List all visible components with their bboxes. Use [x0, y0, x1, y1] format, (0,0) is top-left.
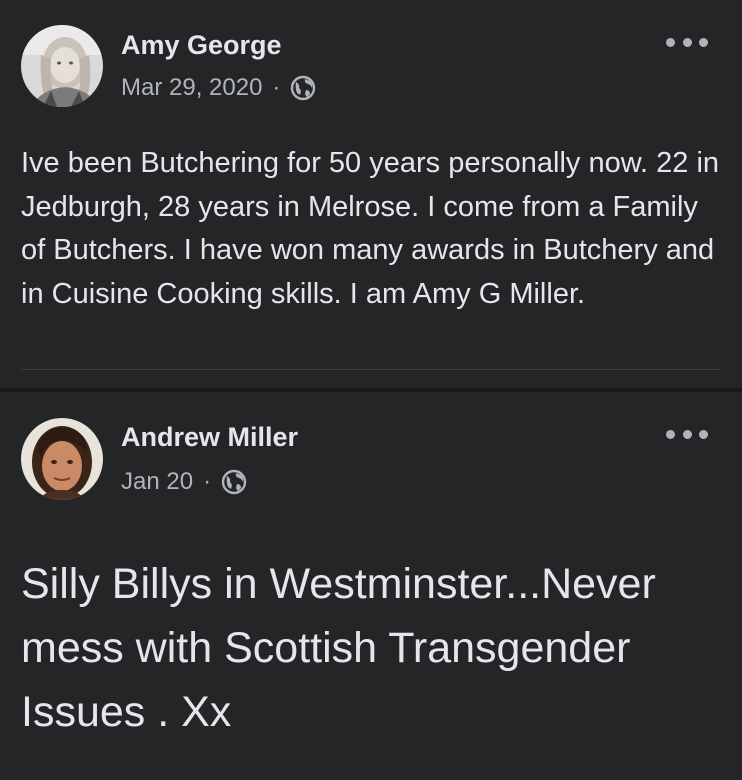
meta-separator: · [203, 468, 212, 495]
more-options-icon [666, 37, 675, 47]
post-text: Silly Billys in Westminster...Never mess… [21, 560, 656, 736]
globe-icon [221, 469, 247, 495]
author-name[interactable]: Amy George [121, 30, 282, 61]
more-options-icon [666, 429, 675, 439]
more-options-button[interactable] [666, 426, 708, 442]
post-text: Ive been Butchering for 50 years persona… [21, 147, 720, 310]
avatar-andrew-miller[interactable] [21, 418, 103, 500]
avatar-image [21, 418, 103, 500]
post-andrew-miller: Andrew Miller Jan 20 · Silly Billys in W… [0, 392, 742, 780]
post-amy-george: Amy George Mar 29, 2020 · Ive been Butch… [0, 0, 742, 388]
post-meta: Jan 20 · [121, 468, 247, 496]
avatar-image [21, 25, 103, 107]
post-date[interactable]: Mar 29, 2020 [121, 74, 262, 102]
author-name[interactable]: Andrew Miller [121, 422, 298, 453]
post-meta: Mar 29, 2020 · [121, 74, 316, 102]
avatar-amy-george[interactable] [21, 25, 103, 107]
meta-separator: · [272, 74, 281, 101]
post-divider [21, 369, 721, 370]
post-date[interactable]: Jan 20 [121, 468, 193, 496]
globe-icon [291, 75, 316, 101]
more-options-button[interactable] [666, 34, 708, 50]
